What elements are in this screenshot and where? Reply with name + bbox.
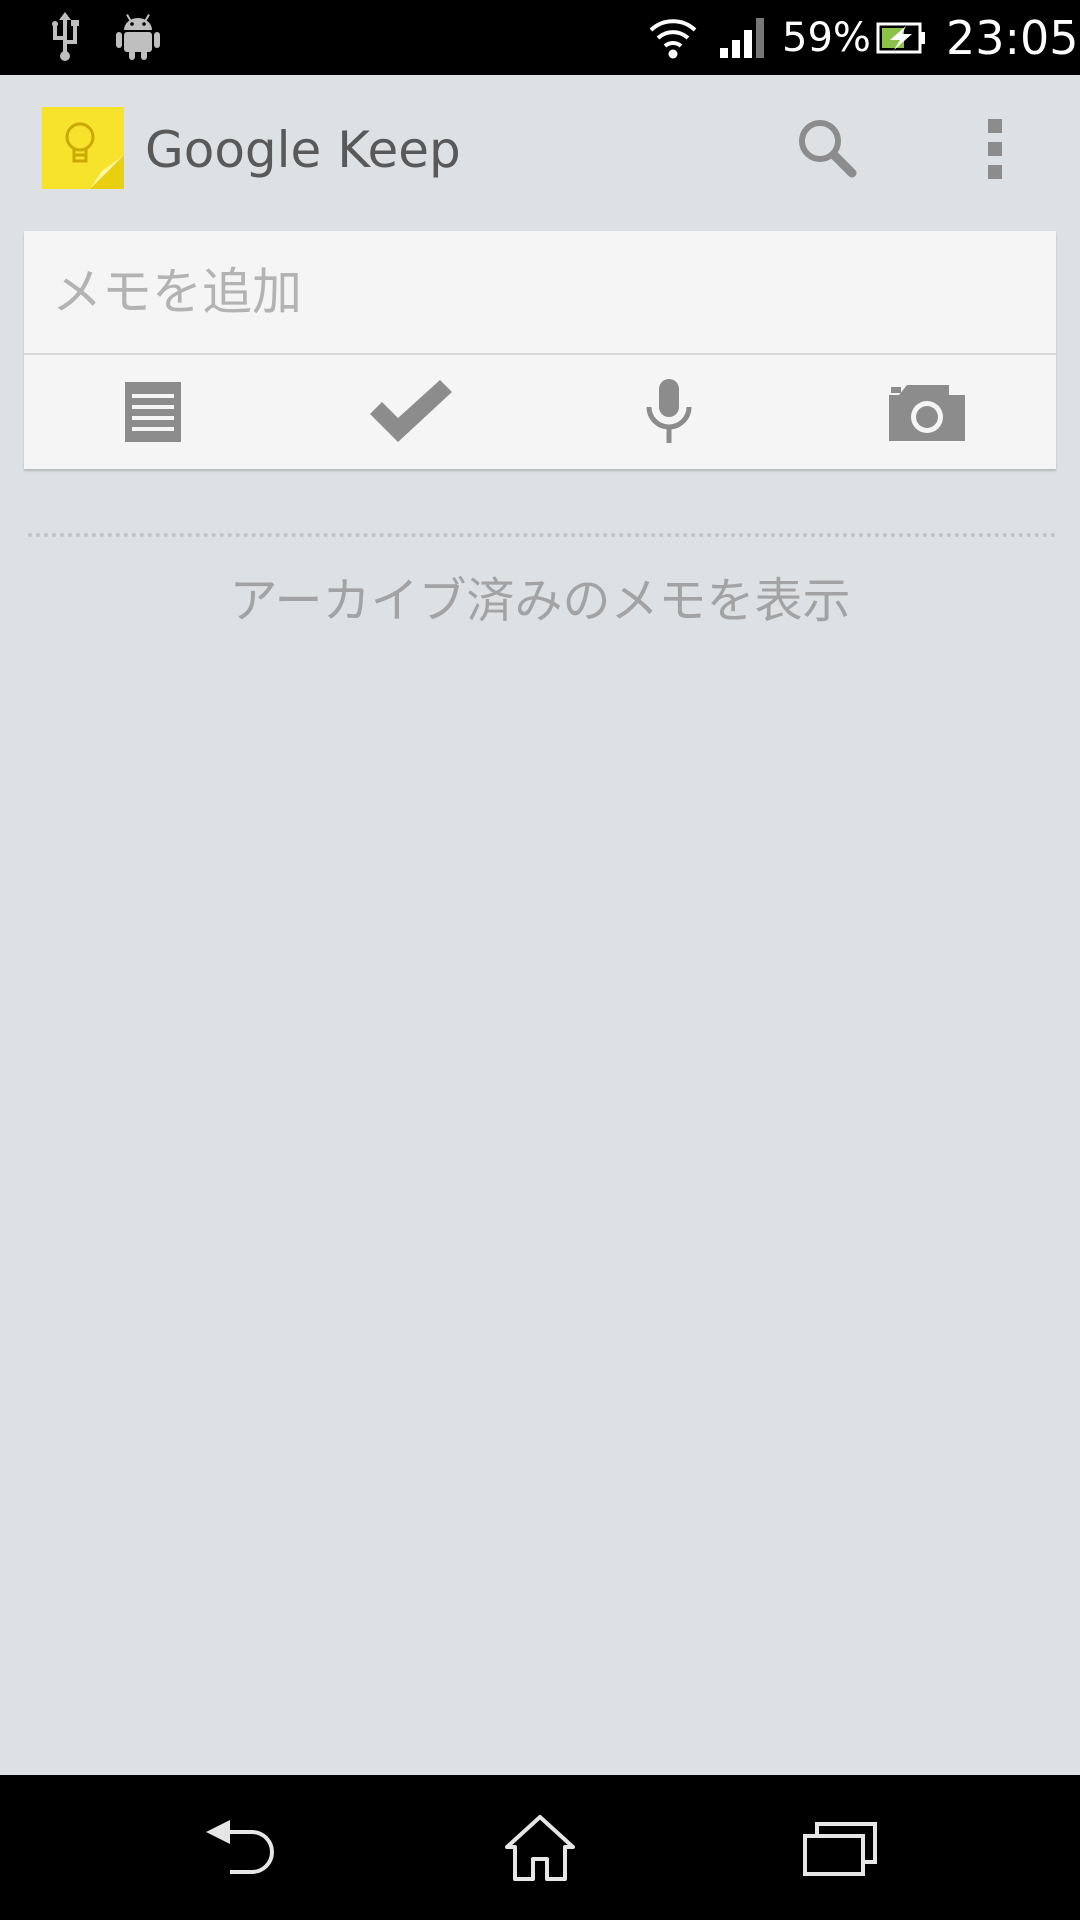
recent-apps-icon: [803, 1822, 877, 1876]
navigation-bar: [0, 1775, 1080, 1920]
android-debug-icon: [116, 14, 160, 60]
add-note-card: [24, 231, 1056, 469]
app-title: Google Keep: [145, 121, 461, 179]
wifi-icon: [649, 19, 697, 59]
show-archived-link[interactable]: アーカイブ済みのメモを表示: [0, 568, 1080, 634]
search-icon[interactable]: [790, 111, 866, 187]
usb-icon: [52, 12, 79, 61]
signal-icon: [720, 18, 764, 58]
photo-note-button[interactable]: [798, 355, 1056, 469]
recent-apps-button[interactable]: [780, 1803, 900, 1893]
home-icon: [505, 1815, 575, 1881]
checklist-button[interactable]: [282, 355, 540, 469]
microphone-icon: [646, 379, 692, 443]
keep-lightbulb-icon[interactable]: [40, 105, 126, 191]
back-button[interactable]: [180, 1803, 300, 1893]
screen: 59% 23:05 Google Keep メモを追加 アーカイブ済みのメモを表…: [0, 0, 1080, 1920]
camera-icon: [889, 385, 965, 441]
text-note-button[interactable]: [24, 355, 282, 469]
checkmark-icon: [370, 380, 452, 442]
voice-note-button[interactable]: [540, 355, 798, 469]
section-divider: [28, 533, 1056, 537]
overflow-menu-icon[interactable]: [970, 111, 1020, 187]
battery-percent: 59%: [782, 15, 871, 61]
battery-charging-icon: [876, 22, 925, 54]
clock: 23:05: [946, 11, 1079, 65]
text-note-icon: [125, 382, 181, 442]
add-note-input[interactable]: [24, 231, 1056, 353]
back-icon: [206, 1820, 274, 1874]
home-button[interactable]: [480, 1803, 600, 1893]
status-bar: 59% 23:05: [0, 0, 1080, 75]
action-bar: Google Keep: [0, 75, 1080, 225]
